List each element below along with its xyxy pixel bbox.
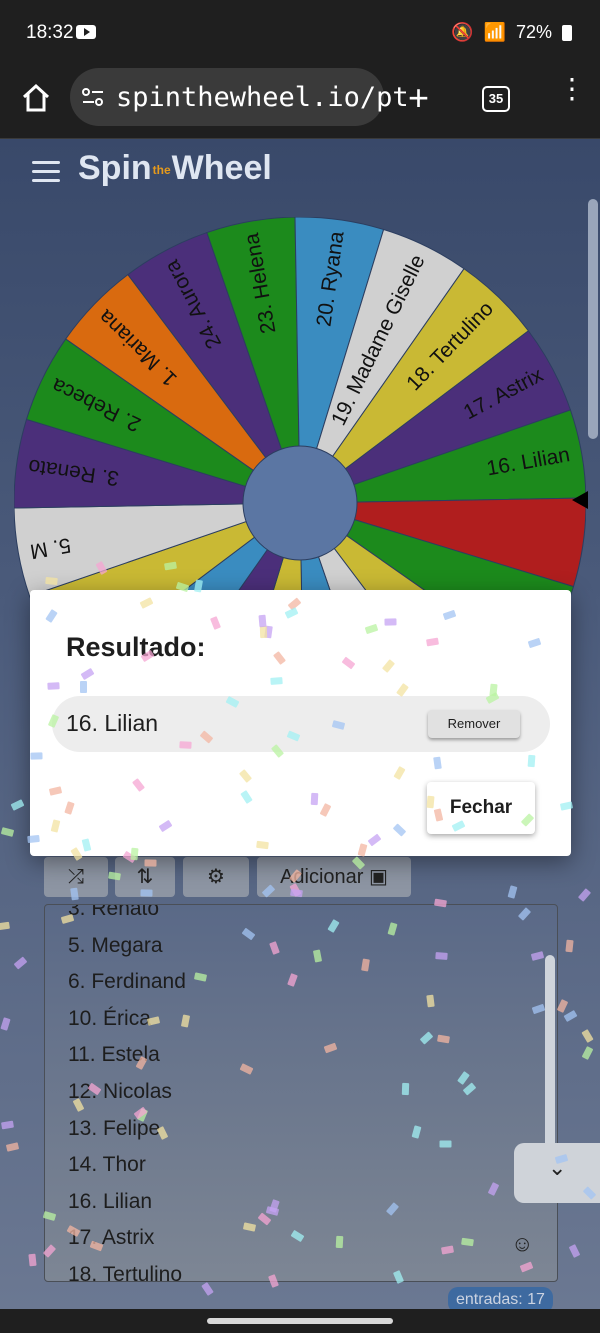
confetti-piece xyxy=(179,741,192,749)
confetti-piece xyxy=(140,889,153,897)
status-bar: 18:32 🔕 📶 72% xyxy=(0,0,600,64)
battery-icon xyxy=(562,24,572,41)
confetti-piece xyxy=(290,888,303,898)
home-icon[interactable] xyxy=(20,82,52,114)
confetti-piece xyxy=(435,952,448,960)
confetti-piece xyxy=(439,1140,452,1148)
confetti-piece xyxy=(335,1235,344,1249)
wifi-icon: 📶 xyxy=(483,22,506,42)
youtube-icon xyxy=(76,25,96,39)
dialog-title: Resultado: xyxy=(66,632,206,662)
confetti-piece xyxy=(527,754,536,768)
confetti-piece xyxy=(426,795,435,809)
site-settings-icon[interactable] xyxy=(82,87,104,107)
confetti-piece xyxy=(426,994,435,1008)
confetti-piece xyxy=(30,752,43,760)
url-bar[interactable]: spinthewheel.io/pt xyxy=(70,68,409,126)
confetti-piece xyxy=(144,859,157,867)
result-row: 16. Lilian Remover xyxy=(52,696,550,752)
confetti-piece xyxy=(384,618,397,626)
confetti-piece xyxy=(80,681,87,693)
confetti-piece xyxy=(47,682,60,690)
confetti-piece xyxy=(70,887,79,901)
confetti-piece xyxy=(259,625,268,639)
confetti-piece xyxy=(258,614,267,628)
more-menu-icon[interactable]: ⋮ xyxy=(558,75,586,103)
home-gesture-pill[interactable] xyxy=(207,1318,393,1324)
status-time: 18:32 xyxy=(26,22,74,43)
tab-count-button[interactable]: 35 xyxy=(482,86,510,112)
browser-toolbar: spinthewheel.io/pt + 35 ⋮ xyxy=(0,64,600,139)
confetti-piece xyxy=(270,677,283,685)
close-button[interactable]: Fechar xyxy=(427,782,535,834)
battery-text: 72% xyxy=(515,22,552,42)
confetti-piece xyxy=(433,756,442,770)
result-dialog: Resultado: 16. Lilian Remover Fechar xyxy=(30,590,571,856)
confetti-piece xyxy=(130,847,139,861)
gesture-bar xyxy=(0,1309,600,1333)
confetti-piece xyxy=(256,840,269,850)
confetti-piece xyxy=(27,834,40,844)
new-tab-icon[interactable]: + xyxy=(408,80,429,116)
result-text: 16. Lilian xyxy=(66,710,159,736)
status-icons: 🔕 📶 72% xyxy=(451,22,572,43)
confetti-piece xyxy=(461,1237,474,1247)
confetti-piece xyxy=(45,576,58,586)
confetti-piece xyxy=(401,1082,410,1096)
confetti-piece xyxy=(310,792,319,806)
remove-button[interactable]: Remover xyxy=(428,710,520,738)
url-text[interactable]: spinthewheel.io/pt xyxy=(116,82,409,113)
confetti-piece xyxy=(28,1253,37,1267)
mute-icon: 🔕 xyxy=(451,22,474,42)
confetti-piece xyxy=(565,939,574,953)
